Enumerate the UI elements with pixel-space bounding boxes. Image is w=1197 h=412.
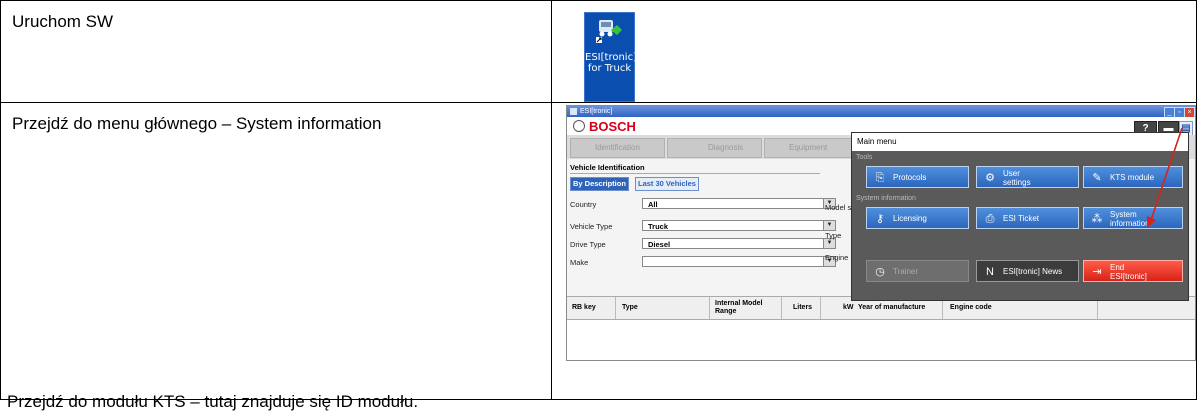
step-3-text: Przejdź do modułu KTS – tutaj znajduje s…	[7, 392, 419, 411]
truck-app-icon	[596, 20, 622, 43]
esitronic-screenshot: ESI[tronic] _ ▫ × BOSCH ? ▬ ▤ Identifica…	[566, 105, 1196, 361]
shortcut-label: ESI[tronic] for Truck	[585, 52, 637, 74]
step-1-text: Uruchom SW	[0, 0, 552, 103]
step-2-text: Przejdź do menu głównego – System inform…	[0, 102, 552, 400]
annotation-arrow	[1147, 127, 1183, 228]
esitronic-truck-shortcut[interactable]: ESI[tronic] for Truck	[584, 12, 637, 102]
step-1-image-cell	[551, 0, 1197, 103]
